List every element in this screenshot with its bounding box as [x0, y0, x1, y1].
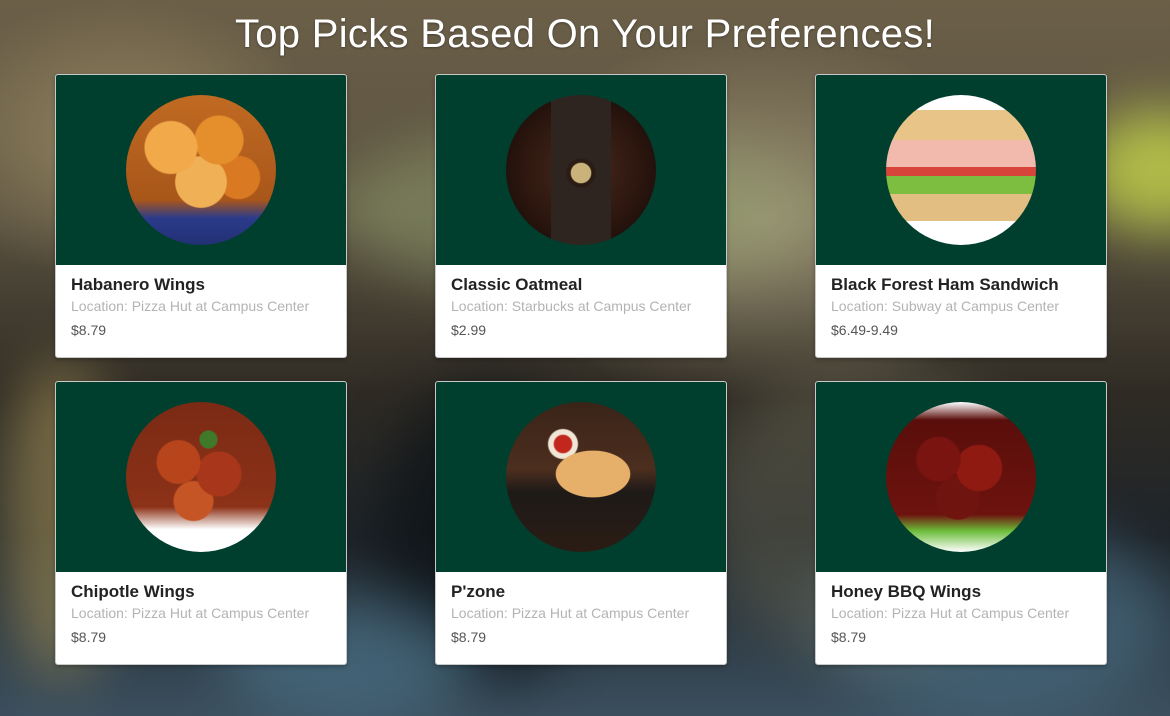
item-price: $2.99	[451, 322, 487, 338]
honey-bbq-wings-image	[886, 402, 1036, 552]
food-card-habanero-wings[interactable]: Habanero Wings Location: Pizza Hut at Ca…	[55, 74, 347, 358]
item-name: Honey BBQ Wings	[831, 582, 982, 601]
item-location: Location: Subway at Campus Center	[831, 298, 1060, 314]
item-price: $8.79	[831, 629, 867, 645]
card-image-area	[816, 75, 1106, 265]
food-card-grid: Habanero Wings Location: Pizza Hut at Ca…	[55, 74, 1107, 665]
item-location: Location: Pizza Hut at Campus Center	[71, 298, 310, 314]
card-image-area	[436, 75, 726, 265]
food-card-honey-bbq-wings[interactable]: Honey BBQ Wings Location: Pizza Hut at C…	[815, 381, 1107, 665]
item-name: P'zone	[451, 582, 506, 601]
item-location: Location: Starbucks at Campus Center	[451, 298, 692, 314]
item-name: Black Forest Ham Sandwich	[831, 275, 1059, 294]
pzone-image	[506, 402, 656, 552]
item-location: Location: Pizza Hut at Campus Center	[71, 605, 310, 621]
card-image-area	[56, 382, 346, 572]
item-name: Chipotle Wings	[71, 582, 195, 601]
card-image-area	[816, 382, 1106, 572]
item-location: Location: Pizza Hut at Campus Center	[451, 605, 690, 621]
habanero-wings-image	[126, 95, 276, 245]
food-card-chipotle-wings[interactable]: Chipotle Wings Location: Pizza Hut at Ca…	[55, 381, 347, 665]
food-card-black-forest-ham-sandwich[interactable]: Black Forest Ham Sandwich Location: Subw…	[815, 74, 1107, 358]
item-name: Habanero Wings	[71, 275, 205, 294]
item-price: $8.79	[451, 629, 487, 645]
item-price: $8.79	[71, 322, 107, 338]
page-title: Top Picks Based On Your Preferences!	[234, 12, 936, 56]
item-location: Location: Pizza Hut at Campus Center	[831, 605, 1070, 621]
food-card-classic-oatmeal[interactable]: Classic Oatmeal Location: Starbucks at C…	[435, 74, 727, 358]
classic-oatmeal-image	[506, 95, 656, 245]
card-image-area	[56, 75, 346, 265]
ham-sandwich-image	[886, 95, 1036, 245]
food-card-pzone[interactable]: P'zone Location: Pizza Hut at Campus Cen…	[435, 381, 727, 665]
item-price: $6.49-9.49	[831, 322, 898, 338]
chipotle-wings-image	[126, 402, 276, 552]
item-price: $8.79	[71, 629, 107, 645]
card-image-area	[436, 382, 726, 572]
item-name: Classic Oatmeal	[451, 275, 583, 294]
